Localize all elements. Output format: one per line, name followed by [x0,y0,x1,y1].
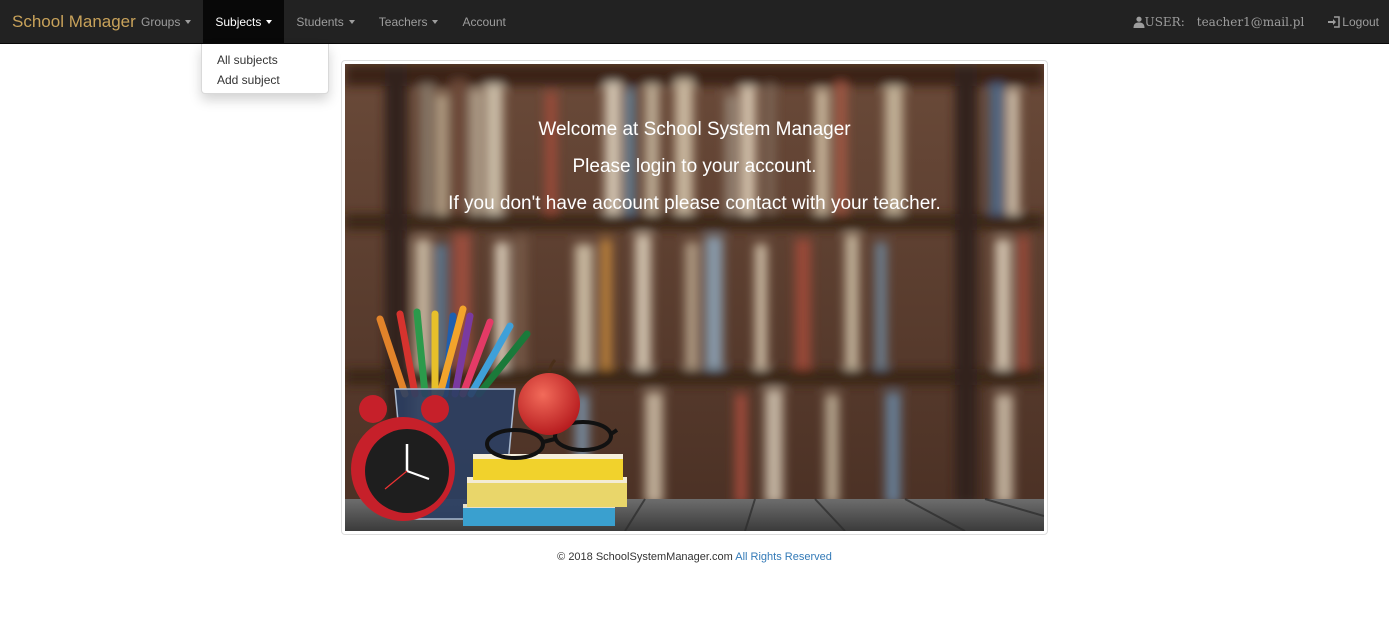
caret-down-icon [185,20,192,24]
user-icon [1133,16,1145,28]
nav-students-dropdown[interactable]: Students [284,0,366,44]
log-out-icon [1328,16,1341,28]
user-email: teacher1@mail.pl [1196,15,1305,29]
menu-item-add-subject[interactable]: Add subject [202,70,328,90]
hero-contact-text: If you don't have account please contact… [448,193,941,214]
menu-item-all-subjects[interactable]: All subjects [202,50,328,70]
page-footer: © 2018 SchoolSystemManager.com All Right… [0,551,1389,563]
caret-down-icon [432,20,439,24]
logout-link[interactable]: Logout [1328,15,1379,29]
hero-welcome-text: Welcome at School System Manager [538,119,851,140]
subjects-dropdown-menu: All subjects Add subject [201,44,329,94]
nav-students-label: Students [296,15,344,29]
logout-label: Logout [1342,15,1379,29]
main-nav: Groups Subjects Students Teachers Accoun… [129,0,518,44]
all-rights-link[interactable]: All Rights Reserved [735,551,832,563]
hero-image: Welcome at School System Manager Please … [345,64,1044,531]
nav-subjects-label: Subjects [215,15,262,29]
brand-link[interactable]: School Manager [12,12,136,32]
nav-right: USER: teacher1@mail.pl Logout [1133,0,1379,44]
nav-groups-dropdown[interactable]: Groups [129,0,203,44]
caret-down-icon [348,20,355,24]
user-info: USER: teacher1@mail.pl [1133,15,1305,29]
nav-teachers-label: Teachers [378,15,428,29]
nav-subjects-dropdown[interactable]: Subjects [203,0,285,44]
top-navbar: School Manager Groups Subjects Students … [0,0,1389,44]
nav-account-label: Account [462,15,506,29]
hero-login-text: Please login to your account. [572,156,817,177]
user-label: USER: [1144,15,1185,29]
nav-teachers-dropdown[interactable]: Teachers [367,0,451,44]
hero-thumbnail: Welcome at School System Manager Please … [341,60,1048,535]
nav-groups-label: Groups [141,15,181,29]
copyright-text: © 2018 SchoolSystemManager.com [557,551,733,563]
nav-account-link[interactable]: Account [450,0,517,44]
caret-down-icon [266,20,273,24]
